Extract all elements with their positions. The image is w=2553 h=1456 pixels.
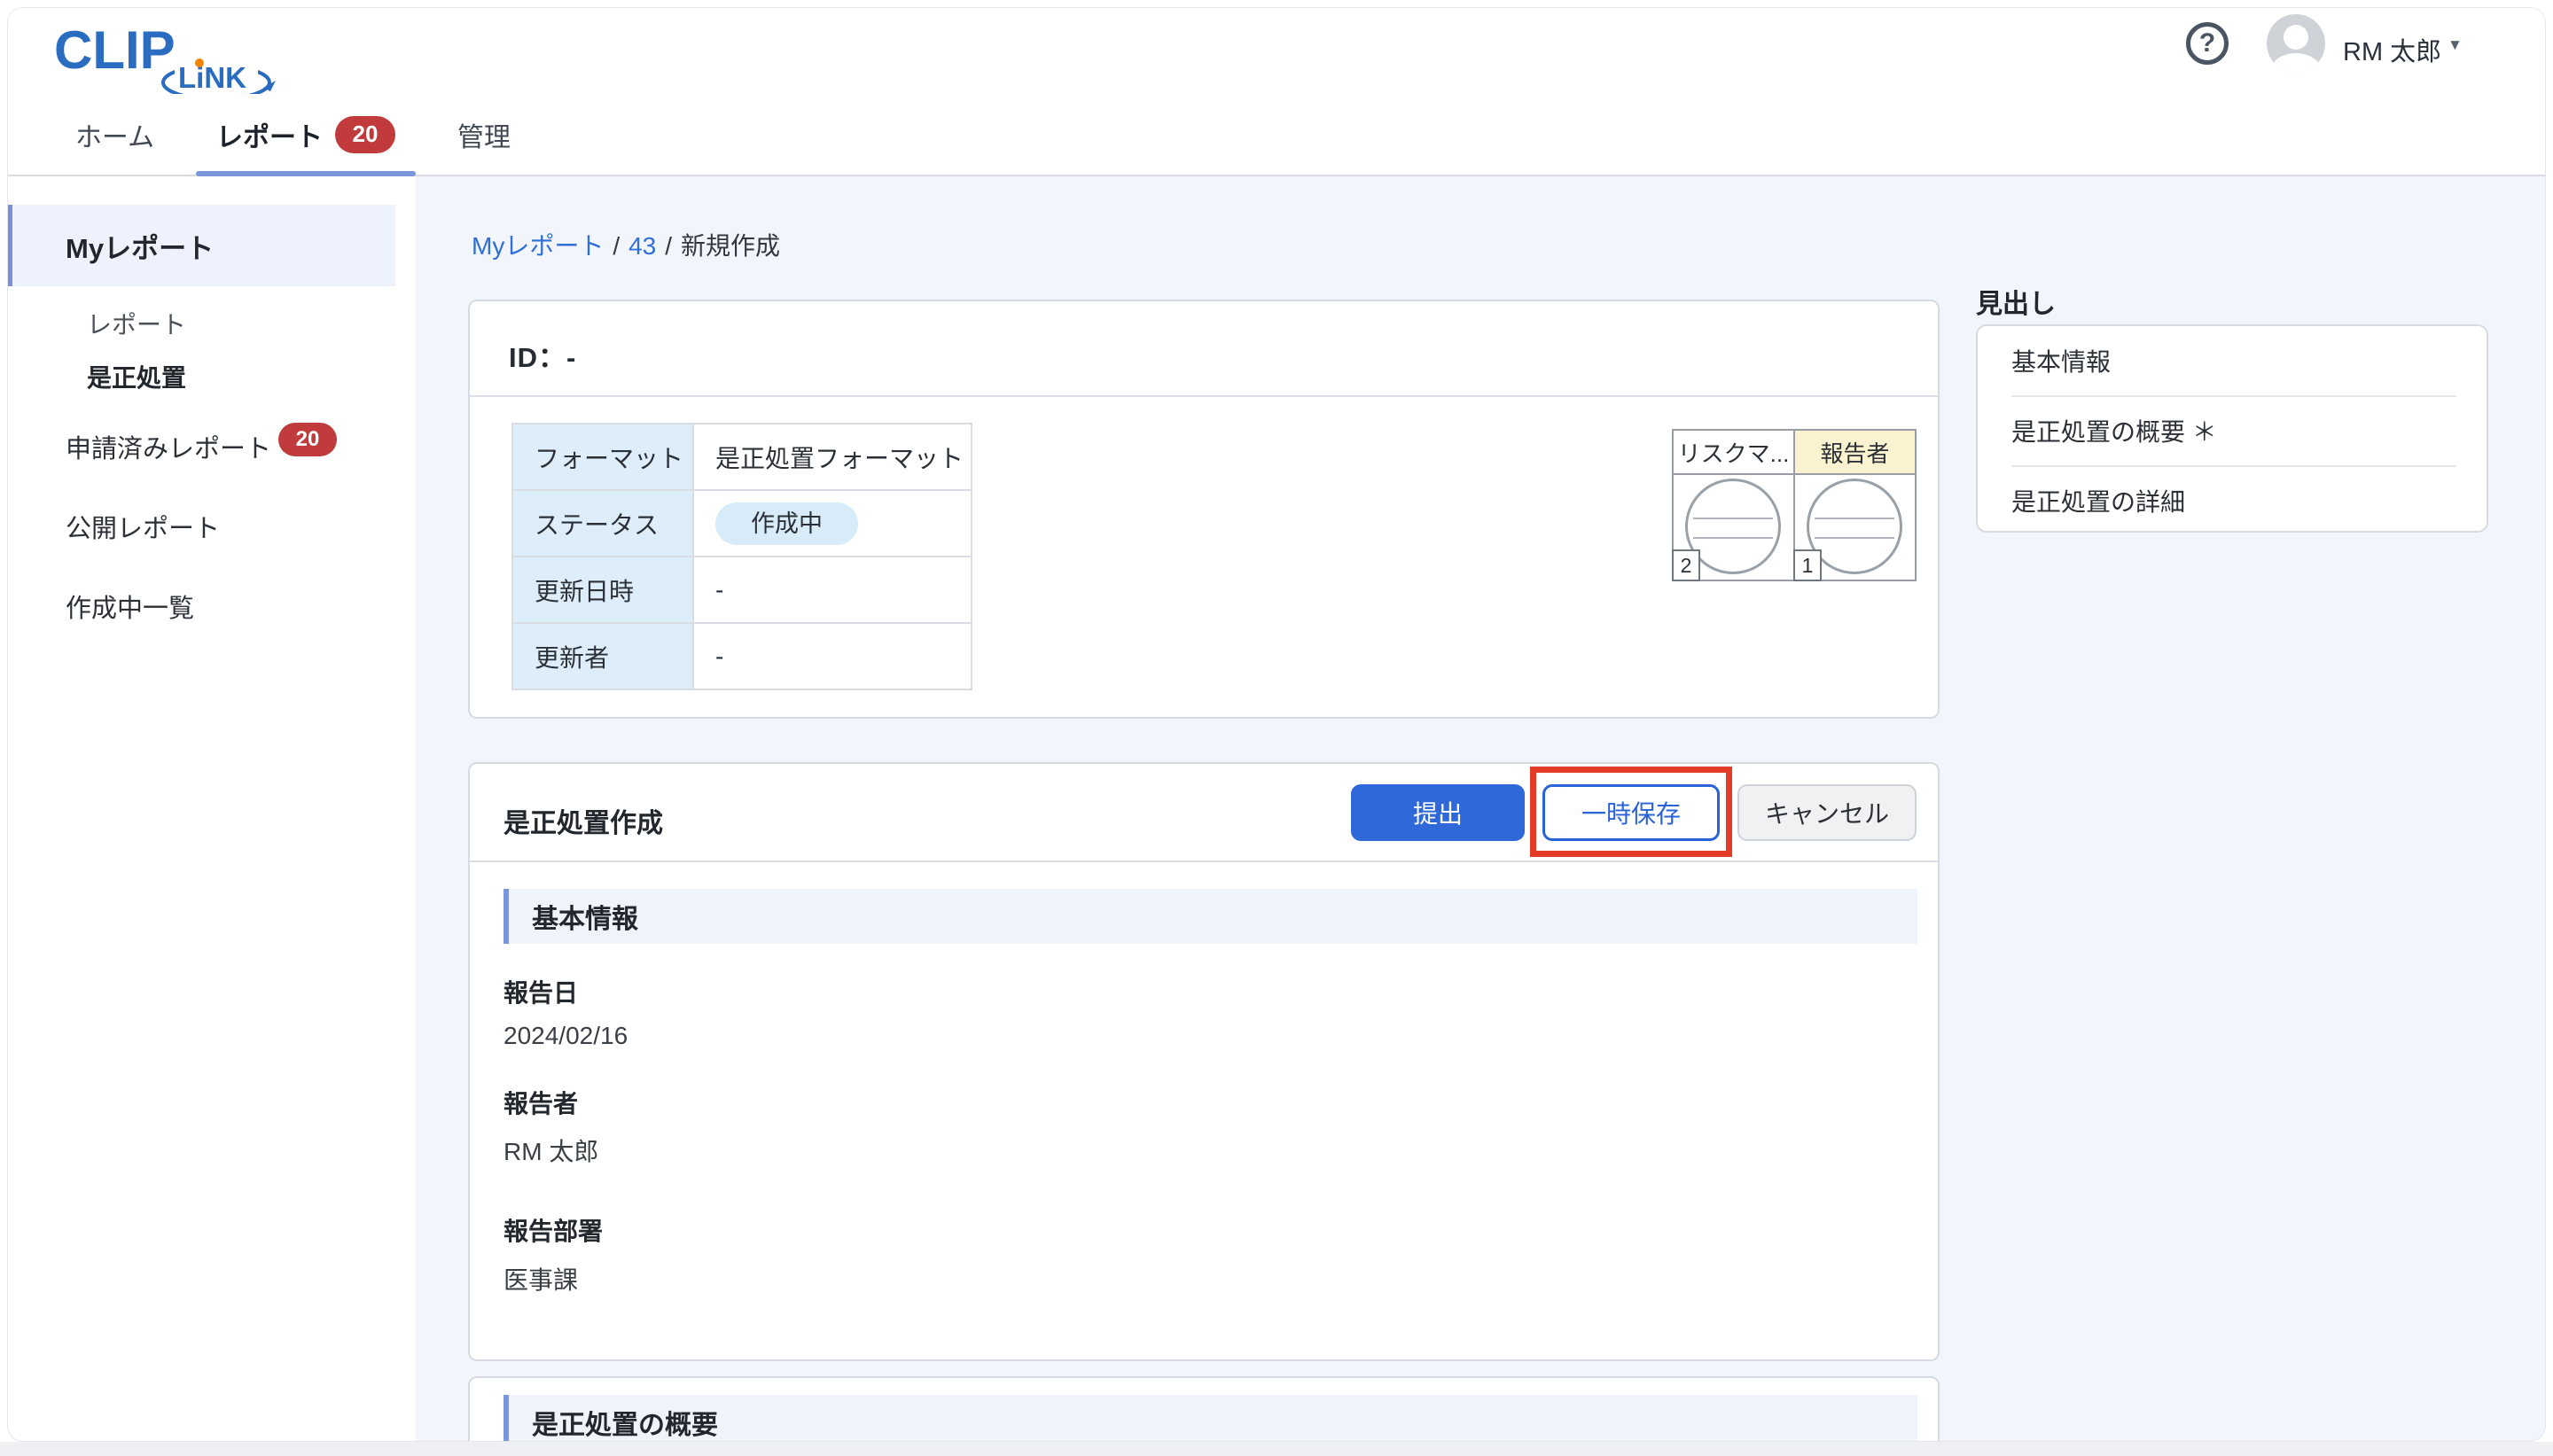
- field-value-report-date: 2024/02/16: [504, 1022, 628, 1049]
- divider: [470, 860, 1938, 862]
- table-row: 更新者 -: [511, 622, 972, 690]
- stamp-order-number: 2: [1672, 549, 1700, 581]
- outline-item-basic-info[interactable]: 基本情報: [1978, 326, 2487, 395]
- form-title: 是正処置作成: [504, 809, 663, 838]
- stamp-order-number: 1: [1793, 549, 1822, 581]
- tab-home-label: ホーム: [74, 122, 155, 152]
- outline-item-overview-label: 是正処置の概要 ＊: [2011, 418, 2217, 446]
- table-row: ステータス 作成中: [511, 489, 972, 557]
- info-label-status: ステータス: [511, 489, 694, 557]
- breadcrumb-my-reports-link[interactable]: Myレポート: [472, 227, 604, 262]
- info-value-updated-at: -: [692, 556, 972, 624]
- field-label-report-date: 報告日: [504, 979, 579, 1007]
- info-label-updated-at: 更新日時: [511, 556, 694, 624]
- sidebar-item-public-reports[interactable]: 公開レポート: [66, 508, 220, 545]
- stamp-cell-reporter: 1: [1793, 475, 1917, 581]
- tab-report-label: レポート: [216, 122, 323, 152]
- table-row: フォーマット 是正処置フォーマット: [511, 423, 972, 491]
- avatar[interactable]: [2267, 14, 2325, 73]
- divider: [470, 395, 1938, 397]
- stamp-column-reporter: 報告者 1: [1793, 429, 1917, 581]
- section-header-overview-label: 是正処置の概要: [532, 1411, 718, 1440]
- logo-graphic: CLIP LiNK: [54, 20, 276, 101]
- sidebar-item-my-reports-label: Myレポート: [66, 232, 215, 264]
- logo-clip-text: CLIP: [54, 20, 176, 80]
- sidebar-item-submitted-reports[interactable]: 申請済みレポート 20: [66, 423, 337, 465]
- outline-item-overview[interactable]: 是正処置の概要 ＊: [1978, 396, 2487, 465]
- help-icon[interactable]: ?: [2186, 22, 2229, 65]
- page-bottom-gap: [0, 1442, 2553, 1456]
- main-nav: ホーム レポート 20 管理: [8, 94, 2545, 176]
- breadcrumb-current-page: 新規作成: [681, 232, 781, 260]
- table-row: 更新日時 -: [511, 556, 972, 624]
- field-label-reporting-department: 報告部署: [504, 1218, 604, 1245]
- tab-report[interactable]: レポート 20: [196, 94, 416, 175]
- chevron-down-icon[interactable]: ▼: [2448, 36, 2463, 54]
- report-info-table: フォーマット 是正処置フォーマット ステータス 作成中 更新日時 - 更新者 -: [511, 423, 972, 690]
- app-container: CLIP LiNK ? RM 太郎 ▼ ホーム レポート 20 管理 Myレポー…: [7, 7, 2546, 1442]
- outline-card: 基本情報 是正処置の概要 ＊ 是正処置の詳細: [1976, 324, 2488, 533]
- logo-link-text: LiNK: [178, 61, 246, 94]
- stamp-header-reporter: 報告者: [1793, 429, 1917, 475]
- breadcrumb-separator: /: [665, 232, 673, 260]
- sidebar-item-corrective-action[interactable]: 是正処置: [87, 359, 186, 394]
- outline-panel-title: 見出し: [1976, 290, 2056, 319]
- field-label-reporter: 報告者: [504, 1090, 579, 1117]
- section-header-basic-info-label: 基本情報: [532, 905, 638, 934]
- section-header-basic-info: 基本情報: [504, 889, 1917, 944]
- corrective-action-form-card: 是正処置作成 提出 一時保存 キャンセル 基本情報 報告日 2024/02/16…: [468, 762, 1940, 1361]
- field-value-reporter: RM 太郎: [504, 1138, 599, 1165]
- field-value-reporting-department: 医事課: [504, 1266, 579, 1294]
- tab-admin-label: 管理: [457, 122, 511, 152]
- breadcrumb-separator: /: [613, 232, 621, 260]
- overview-section-card: 是正処置の概要: [468, 1376, 1940, 1441]
- stamp-cell-risk-manager: 2: [1672, 475, 1795, 581]
- sidebar: Myレポート レポート 是正処置 申請済みレポート 20 公開レポート 作成中一…: [8, 176, 416, 1441]
- stamp-header-risk-manager: リスクマ...: [1672, 429, 1795, 475]
- logo-orange-dot: [195, 58, 204, 67]
- sidebar-item-my-reports[interactable]: Myレポート: [8, 205, 395, 286]
- tab-home[interactable]: ホーム: [59, 94, 170, 175]
- info-label-updated-by: 更新者: [511, 622, 694, 690]
- info-value-format: 是正処置フォーマット: [692, 423, 972, 491]
- top-bar: CLIP LiNK ? RM 太郎 ▼: [8, 8, 2545, 101]
- cancel-button[interactable]: キャンセル: [1737, 784, 1917, 841]
- info-label-format: フォーマット: [511, 423, 694, 491]
- avatar-shoulders-shape: [2271, 53, 2321, 73]
- outline-item-basic-info-label: 基本情報: [2011, 348, 2112, 376]
- sidebar-item-drafts-list[interactable]: 作成中一覧: [66, 588, 194, 625]
- submitted-reports-badge: 20: [278, 423, 337, 456]
- breadcrumb: Myレポート / 43 / 新規作成: [472, 227, 780, 262]
- sidebar-item-submitted-reports-label: 申請済みレポート: [66, 435, 272, 463]
- info-value-updated-by: -: [692, 622, 972, 690]
- outline-item-details-label: 是正処置の詳細: [2011, 488, 2186, 516]
- report-id-label: ID：-: [509, 342, 577, 373]
- report-meta-card: ID：- フォーマット 是正処置フォーマット ステータス 作成中 更新日時 - …: [468, 300, 1940, 719]
- avatar-head-shape: [2284, 25, 2308, 50]
- submit-button[interactable]: 提出: [1351, 784, 1525, 841]
- section-header-overview: 是正処置の概要: [504, 1395, 1917, 1441]
- status-badge: 作成中: [715, 502, 858, 545]
- annotation-highlight-box: [1530, 767, 1732, 857]
- report-count-badge: 20: [335, 115, 395, 153]
- info-value-status: 作成中: [692, 489, 972, 557]
- breadcrumb-43-link[interactable]: 43: [628, 232, 656, 261]
- tab-admin[interactable]: 管理: [440, 94, 528, 175]
- outline-item-details[interactable]: 是正処置の詳細: [1978, 466, 2487, 531]
- stamp-column-risk-manager: リスクマ... 2: [1672, 429, 1795, 581]
- sidebar-item-report[interactable]: レポート: [87, 306, 186, 341]
- user-name[interactable]: RM 太郎: [2343, 31, 2441, 68]
